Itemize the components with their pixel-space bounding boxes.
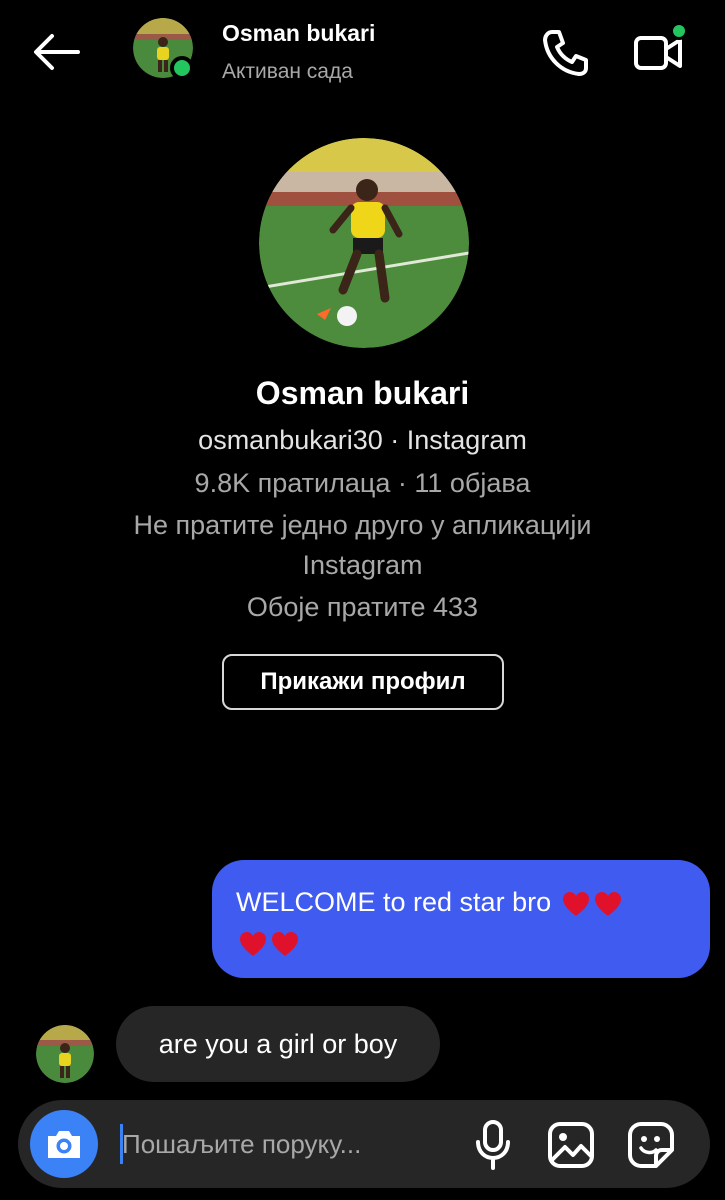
sent-message-bubble[interactable]: WELCOME to red star bro bbox=[212, 860, 710, 978]
microphone-icon[interactable] bbox=[468, 1118, 518, 1172]
online-indicator bbox=[170, 56, 194, 80]
profile-stats: 9.8K пратилаца · 11 објава bbox=[194, 468, 531, 498]
red-heart-icon bbox=[272, 931, 298, 956]
profile-handle: osmanbukari30 · Instagram bbox=[198, 425, 527, 455]
mutual-followers: Обоје пратите 433 bbox=[246, 592, 479, 622]
message-text: WELCOME to red star bro bbox=[236, 887, 552, 917]
phone-icon[interactable] bbox=[538, 26, 592, 80]
active-status: Активан сада bbox=[222, 60, 353, 83]
chat-header: Osman bukari Активан сада bbox=[0, 0, 725, 110]
mutual-follow-status-platform: Instagram bbox=[302, 550, 423, 580]
red-heart-icon bbox=[240, 931, 266, 956]
mutual-follow-status: Не пратите једно друго у апликацији bbox=[133, 510, 592, 540]
chat-contact-name[interactable]: Osman bukari bbox=[222, 20, 375, 47]
red-heart-icon bbox=[562, 891, 589, 916]
message-composer bbox=[18, 1100, 710, 1188]
red-heart-icon bbox=[594, 891, 621, 916]
arrow-left-icon[interactable] bbox=[28, 30, 84, 74]
camera-icon bbox=[48, 1131, 80, 1158]
received-message-text: are you a girl or boy bbox=[158, 1028, 398, 1059]
message-input[interactable] bbox=[122, 1122, 432, 1166]
sender-avatar[interactable] bbox=[36, 1025, 94, 1083]
view-profile-button[interactable]: Прикажи профил bbox=[222, 654, 504, 710]
sticker-icon[interactable] bbox=[626, 1120, 676, 1170]
sent-message-text: WELCOME to red star bro bbox=[236, 882, 686, 962]
image-icon[interactable] bbox=[546, 1120, 596, 1170]
camera-button[interactable] bbox=[30, 1110, 98, 1178]
profile-photo[interactable] bbox=[259, 138, 469, 348]
profile-name: Osman bukari bbox=[255, 375, 470, 411]
video-active-indicator bbox=[670, 22, 688, 40]
received-message-bubble[interactable]: are you a girl or boy bbox=[116, 1006, 440, 1082]
